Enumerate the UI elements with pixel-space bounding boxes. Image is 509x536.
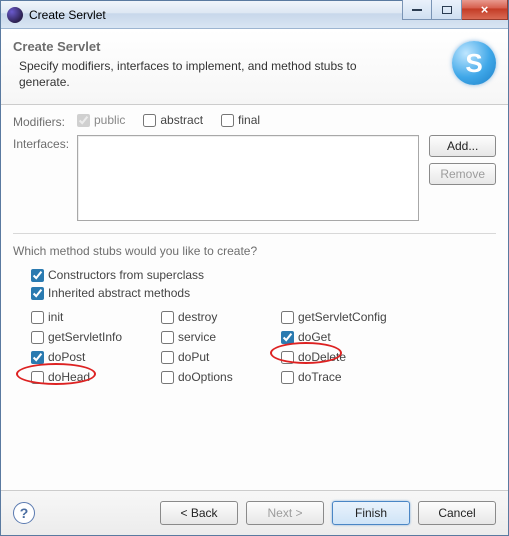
stub-doget-label: doGet [298,330,331,344]
interfaces-list[interactable] [77,135,419,221]
add-interface-button[interactable]: Add... [429,135,496,157]
modifier-abstract-label: abstract [160,113,203,127]
modifier-public: public [77,113,125,127]
next-button: Next > [246,501,324,525]
stub-dooptions-label: doOptions [178,370,233,384]
stub-destroy-label: destroy [178,310,217,324]
banner-description: Specify modifiers, interfaces to impleme… [13,58,373,90]
wizard-banner: Create Servlet Specify modifiers, interf… [1,29,508,105]
stub-dopost-label: doPost [48,350,85,364]
stub-service-label: service [178,330,216,344]
stub-service-checkbox[interactable] [161,331,174,344]
wizard-footer: ? < Back Next > Finish Cancel [1,490,508,535]
minimize-button[interactable] [402,0,432,20]
stub-init[interactable]: init [31,310,161,324]
eclipse-icon [7,7,23,23]
stubs-question: Which method stubs would you like to cre… [13,244,496,258]
stub-dodelete[interactable]: doDelete [281,350,431,364]
stub-constructors-checkbox[interactable] [31,269,44,282]
stub-doput[interactable]: doPut [161,350,281,364]
stub-dohead[interactable]: doHead [31,370,161,384]
stub-dotrace-label: doTrace [298,370,342,384]
servlet-icon: S [452,41,496,85]
stub-inherited-label: Inherited abstract methods [48,286,190,300]
separator [13,233,496,234]
stub-getservletconfig[interactable]: getServletConfig [281,310,431,324]
modifier-final-label: final [238,113,260,127]
stub-dohead-checkbox[interactable] [31,371,44,384]
stub-dohead-label: doHead [48,370,90,384]
stub-dooptions[interactable]: doOptions [161,370,281,384]
stub-doget-checkbox[interactable] [281,331,294,344]
banner-heading: Create Servlet [13,39,444,54]
stub-constructors-label: Constructors from superclass [48,268,204,282]
stub-getservletconfig-label: getServletConfig [298,310,387,324]
modifier-abstract-checkbox[interactable] [143,114,156,127]
stub-dopost-checkbox[interactable] [31,351,44,364]
modifier-final[interactable]: final [221,113,260,127]
interfaces-label: Interfaces: [13,135,77,151]
stub-dooptions-checkbox[interactable] [161,371,174,384]
modifier-public-label: public [94,113,125,127]
modifier-abstract[interactable]: abstract [143,113,203,127]
stub-dotrace[interactable]: doTrace [281,370,431,384]
modifiers-row: Modifiers: public abstract final [13,113,496,129]
modifier-final-checkbox[interactable] [221,114,234,127]
stub-doput-label: doPut [178,350,209,364]
stub-inherited-checkbox[interactable] [31,287,44,300]
stub-getservletinfo[interactable]: getServletInfo [31,330,161,344]
stub-destroy-checkbox[interactable] [161,311,174,324]
stub-getservletinfo-checkbox[interactable] [31,331,44,344]
stub-dotrace-checkbox[interactable] [281,371,294,384]
window-title: Create Servlet [29,8,402,22]
cancel-button[interactable]: Cancel [418,501,496,525]
stub-inherited[interactable]: Inherited abstract methods [31,286,496,300]
maximize-button[interactable] [432,0,462,20]
back-button[interactable]: < Back [160,501,238,525]
stub-dodelete-label: doDelete [298,350,346,364]
stub-dopost[interactable]: doPost [31,350,161,364]
stub-doput-checkbox[interactable] [161,351,174,364]
stubs-grid: init destroy getServletConfig getServlet… [31,310,496,384]
stub-dodelete-checkbox[interactable] [281,351,294,364]
modifier-public-checkbox [77,114,90,127]
window-controls: × [402,1,508,28]
stub-constructors[interactable]: Constructors from superclass [31,268,496,282]
interfaces-row: Interfaces: Add... Remove [13,135,496,221]
dialog-window: Create Servlet × Create Servlet Specify … [0,0,509,536]
stub-init-checkbox[interactable] [31,311,44,324]
wizard-content: Modifiers: public abstract final Interfa… [1,105,508,490]
stubs-top-group: Constructors from superclass Inherited a… [31,268,496,300]
close-button[interactable]: × [462,0,508,20]
titlebar: Create Servlet × [1,1,508,29]
stub-getservletconfig-checkbox[interactable] [281,311,294,324]
stub-destroy[interactable]: destroy [161,310,281,324]
modifiers-label: Modifiers: [13,113,77,129]
stub-service[interactable]: service [161,330,281,344]
help-icon[interactable]: ? [13,502,35,524]
finish-button[interactable]: Finish [332,501,410,525]
stub-init-label: init [48,310,63,324]
remove-interface-button: Remove [429,163,496,185]
stub-getservletinfo-label: getServletInfo [48,330,122,344]
stub-doget[interactable]: doGet [281,330,431,344]
